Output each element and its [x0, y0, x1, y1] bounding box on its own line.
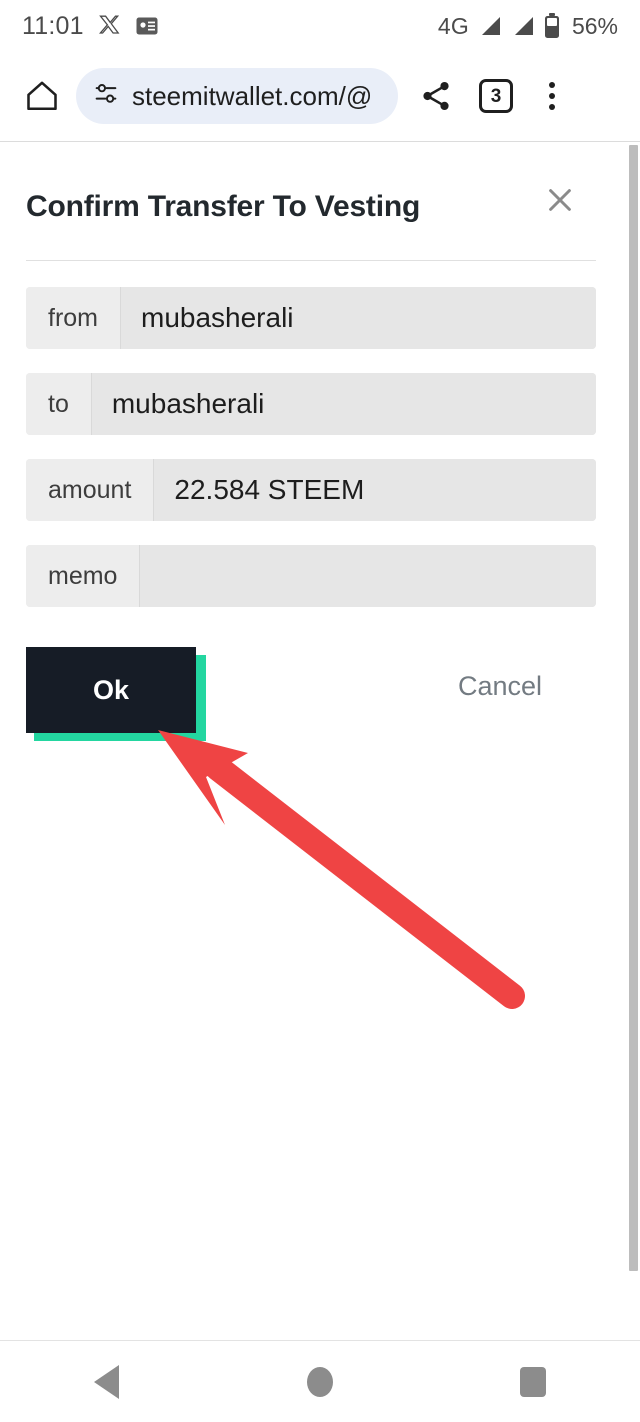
ok-button[interactable]: Ok — [26, 647, 196, 733]
back-triangle-icon — [94, 1364, 120, 1399]
close-icon[interactable] — [538, 178, 582, 222]
menu-dot — [549, 104, 555, 110]
field-row-memo: memo — [26, 545, 596, 607]
signal-bars-icon — [511, 15, 535, 37]
field-row-from: from mubasherali — [26, 287, 596, 349]
tab-switcher-square: 3 — [479, 79, 513, 113]
url-text: steemitwallet.com/@ — [132, 80, 373, 111]
confirm-transfer-dialog: Confirm Transfer To Vesting from mubashe… — [0, 142, 622, 757]
recents-square-icon — [520, 1366, 547, 1397]
browser-toolbar: steemitwallet.com/@ 3 — [0, 52, 640, 140]
page-title: Confirm Transfer To Vesting — [26, 190, 421, 223]
field-label: to — [26, 373, 92, 435]
menu-dot — [549, 93, 555, 99]
phone-screen: 11:01 4G 56% steemitwallet.com/@ 3 Confi… — [0, 0, 640, 1422]
status-bar-right: 4G 56% — [438, 13, 618, 40]
field-label: amount — [26, 459, 155, 521]
battery-percent-label: 56% — [571, 12, 618, 39]
field-label: memo — [26, 545, 141, 607]
nav-home-button[interactable] — [275, 1341, 365, 1422]
status-bar: 11:01 4G 56% — [0, 0, 640, 52]
url-bar[interactable]: steemitwallet.com/@ — [76, 68, 398, 124]
scrollbar-thumb[interactable] — [629, 145, 638, 1271]
field-value: 22.584 STEEM — [154, 459, 596, 521]
page-scrollbar[interactable] — [628, 141, 640, 1340]
field-value — [140, 545, 596, 607]
x-app-icon — [98, 14, 122, 38]
android-nav-bar — [0, 1340, 640, 1422]
menu-dot — [549, 82, 555, 88]
page-info-tune-icon[interactable] — [92, 80, 120, 113]
field-row-amount: amount 22.584 STEEM — [26, 459, 596, 521]
status-bar-left: 11:01 — [22, 12, 158, 41]
ok-button-wrap: Ok — [26, 647, 206, 741]
nav-back-button[interactable] — [62, 1341, 152, 1422]
home-icon[interactable] — [18, 72, 66, 120]
network-type-label: 4G — [437, 12, 469, 39]
three-dot-menu-icon[interactable] — [528, 70, 576, 122]
share-icon[interactable] — [410, 70, 462, 122]
dialog-actions: Ok Cancel — [26, 647, 596, 757]
tab-switcher-button[interactable]: 3 — [470, 70, 522, 122]
contact-card-icon — [136, 17, 158, 35]
signal-bars-icon — [478, 15, 502, 37]
tab-count-label: 3 — [490, 85, 502, 107]
header-divider — [26, 260, 596, 261]
home-circle-icon — [306, 1366, 333, 1397]
dialog-header: Confirm Transfer To Vesting — [26, 168, 596, 246]
battery-icon — [544, 13, 560, 39]
field-label: from — [26, 287, 121, 349]
cancel-button[interactable]: Cancel — [458, 671, 542, 702]
status-clock: 11:01 — [22, 11, 84, 40]
field-value: mubasherali — [91, 373, 596, 435]
field-value: mubasherali — [121, 287, 596, 349]
nav-recents-button[interactable] — [488, 1341, 578, 1422]
web-page-viewport: Confirm Transfer To Vesting from mubashe… — [0, 141, 640, 1340]
field-row-to: to mubasherali — [26, 373, 596, 435]
